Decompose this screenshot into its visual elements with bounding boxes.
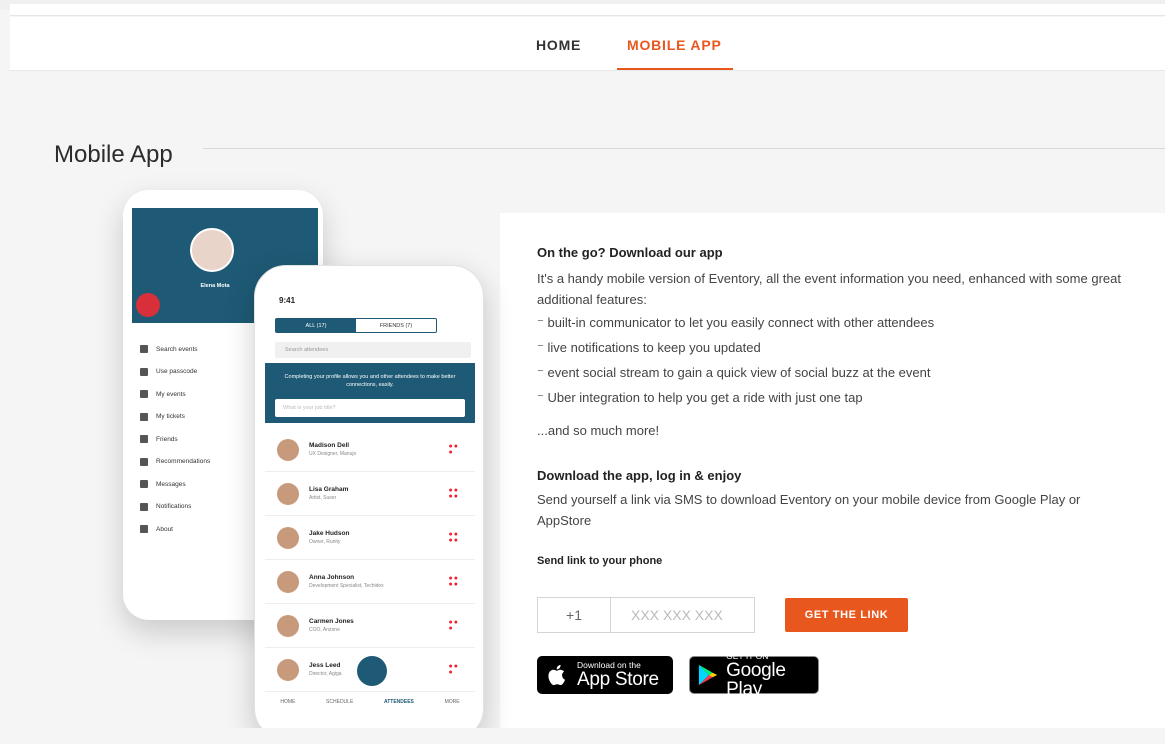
- attendee-name: Jess Leed: [309, 662, 341, 669]
- phone-nav-item: ATTENDEES: [383, 698, 414, 705]
- phone-front-screen: 9:41 ALL (17) FRIENDS (7) Search attende…: [265, 276, 475, 721]
- google-big-text: Google Play: [726, 659, 786, 700]
- apple-icon: [548, 664, 565, 686]
- phone-number-input[interactable]: [610, 597, 755, 633]
- qr-icon: [136, 293, 160, 317]
- app-store-badge[interactable]: Download on the App Store: [537, 656, 673, 694]
- list-item: Madison Dell UX Designer, Manujo ●● ●: [265, 428, 475, 472]
- attendee-tabs: ALL (17) FRIENDS (7): [275, 318, 437, 333]
- status-dots-icon: ●● ●: [448, 663, 459, 676]
- attendee-role: Development Specialist, Techidex: [309, 583, 384, 589]
- feature-text: event social stream to gain a quick view…: [547, 365, 931, 380]
- attendee-role: Artist, Suser: [309, 495, 337, 501]
- phone-mockup-front: 9:41 ALL (17) FRIENDS (7) Search attende…: [254, 265, 484, 740]
- attendee-name: Carmen Jones: [309, 618, 354, 625]
- avatar: [277, 570, 299, 593]
- menu-label: Use passcode: [156, 368, 198, 376]
- status-dots-icon: ●● ●●: [448, 487, 459, 500]
- avatar: [277, 482, 299, 505]
- key-icon: [140, 367, 148, 376]
- list-item: Lisa Graham Artist, Suser ●● ●●: [265, 472, 475, 516]
- nav-active-underline: [617, 68, 733, 70]
- menu-label: Notifications: [156, 503, 192, 511]
- feature-text: built-in communicator to let you easily …: [547, 315, 935, 330]
- tab-all: ALL (17): [276, 319, 356, 332]
- more-text: ...and so much more!: [537, 423, 660, 438]
- bottom-strip: [10, 728, 1165, 744]
- get-link-button[interactable]: GET THE LINK: [785, 598, 908, 632]
- attendee-name: Jake Hudson: [309, 530, 350, 537]
- app-description: On the go? Download our app It's a handy…: [537, 245, 1137, 567]
- phone-nav-item: SCHEDULE: [326, 698, 354, 705]
- message-icon: [140, 480, 148, 489]
- search-icon: [140, 345, 148, 354]
- attendee-search: Search attendees: [275, 342, 471, 358]
- star-icon: [140, 457, 148, 466]
- download-heading: Download the app, log in & enjoy: [537, 468, 742, 483]
- phone-nav-item: HOME: [280, 698, 296, 705]
- attendee-role: Owner, Runity: [309, 539, 341, 545]
- attendee-name: Lisa Graham: [309, 486, 349, 493]
- filter-icon: [357, 656, 387, 686]
- attendee-name: Madison Dell: [309, 442, 350, 449]
- country-prefix[interactable]: +1: [537, 597, 611, 633]
- status-dots-icon: ●● ●: [448, 619, 459, 632]
- status-time: 9:41: [279, 296, 296, 305]
- friends-icon: [140, 435, 148, 444]
- list-item: Jake Hudson Owner, Runity ●● ●●: [265, 516, 475, 560]
- status-dots-icon: ●● ●: [448, 443, 459, 456]
- download-text: Send yourself a link via SMS to download…: [537, 492, 1081, 528]
- list-item: Carmen Jones COO, Anzone ●● ●: [265, 604, 475, 648]
- ticket-icon: [140, 412, 148, 421]
- feature-text: live notifications to keep you updated: [547, 340, 761, 355]
- intro-text: It's a handy mobile version of Eventory,…: [537, 271, 1121, 307]
- avatar: [277, 438, 299, 461]
- info-icon: [140, 525, 148, 534]
- intro-heading: On the go? Download our app: [537, 245, 723, 260]
- banner-text: Completing your profile allows you and o…: [284, 374, 456, 388]
- attendee-role: Director, Agiga: [309, 671, 342, 677]
- avatar: [277, 526, 299, 549]
- bell-icon: [140, 502, 148, 511]
- job-title-field: What is your job title?: [275, 399, 465, 417]
- menu-label: Search events: [156, 345, 198, 353]
- menu-label: About: [156, 525, 173, 533]
- menu-label: Friends: [156, 435, 178, 443]
- phone-nav-item: MORE: [444, 698, 460, 705]
- feature-item: ⁻ built-in communicator to let you easil…: [537, 315, 935, 330]
- menu-label: Messages: [156, 480, 186, 488]
- google-play-badge[interactable]: GET IT ON Google Play: [689, 651, 819, 699]
- status-dots-icon: ●● ●●: [448, 531, 459, 544]
- feature-item: ⁻ event social stream to gain a quick vi…: [537, 365, 931, 380]
- avatar: [277, 658, 299, 681]
- menu-label: My events: [156, 390, 186, 398]
- status-dots-icon: ●● ●●: [448, 575, 459, 588]
- attendee-role: UX Designer, Manujo: [309, 451, 357, 457]
- menu-label: Recommendations: [156, 458, 211, 466]
- phone-bottom-nav: HOME SCHEDULE ATTENDEES MORE: [265, 691, 475, 711]
- google-play-icon: [698, 664, 718, 686]
- menu-label: My tickets: [156, 413, 185, 421]
- apple-big-text: App Store: [577, 669, 659, 690]
- phone-label: Send link to your phone: [537, 555, 663, 567]
- nav-mobile-app[interactable]: MOBILE APP: [627, 37, 722, 53]
- avatar: [190, 228, 234, 272]
- attendee-list: Madison Dell UX Designer, Manujo ●● ● Lisa …: [265, 428, 475, 692]
- tab-friends: FRIENDS (7): [379, 322, 413, 329]
- attendee-role: COO, Anzone: [309, 627, 340, 633]
- bookmark-icon: [140, 390, 148, 399]
- feature-item: ⁻ live notifications to keep you updated: [537, 340, 761, 355]
- list-item: Anna Johnson Development Specialist, Tech…: [265, 560, 475, 604]
- feature-text: Uber integration to help you get a ride …: [547, 390, 863, 405]
- attendee-name: Anna Johnson: [309, 574, 355, 581]
- section-divider: [203, 148, 1165, 149]
- avatar: [277, 614, 299, 637]
- top-bar: [10, 4, 1165, 16]
- feature-item: ⁻ Uber integration to help you get a rid…: [537, 390, 863, 405]
- main-nav: HOME MOBILE APP: [10, 17, 1165, 71]
- section-title: Mobile App: [54, 141, 173, 168]
- nav-home[interactable]: HOME: [536, 37, 581, 53]
